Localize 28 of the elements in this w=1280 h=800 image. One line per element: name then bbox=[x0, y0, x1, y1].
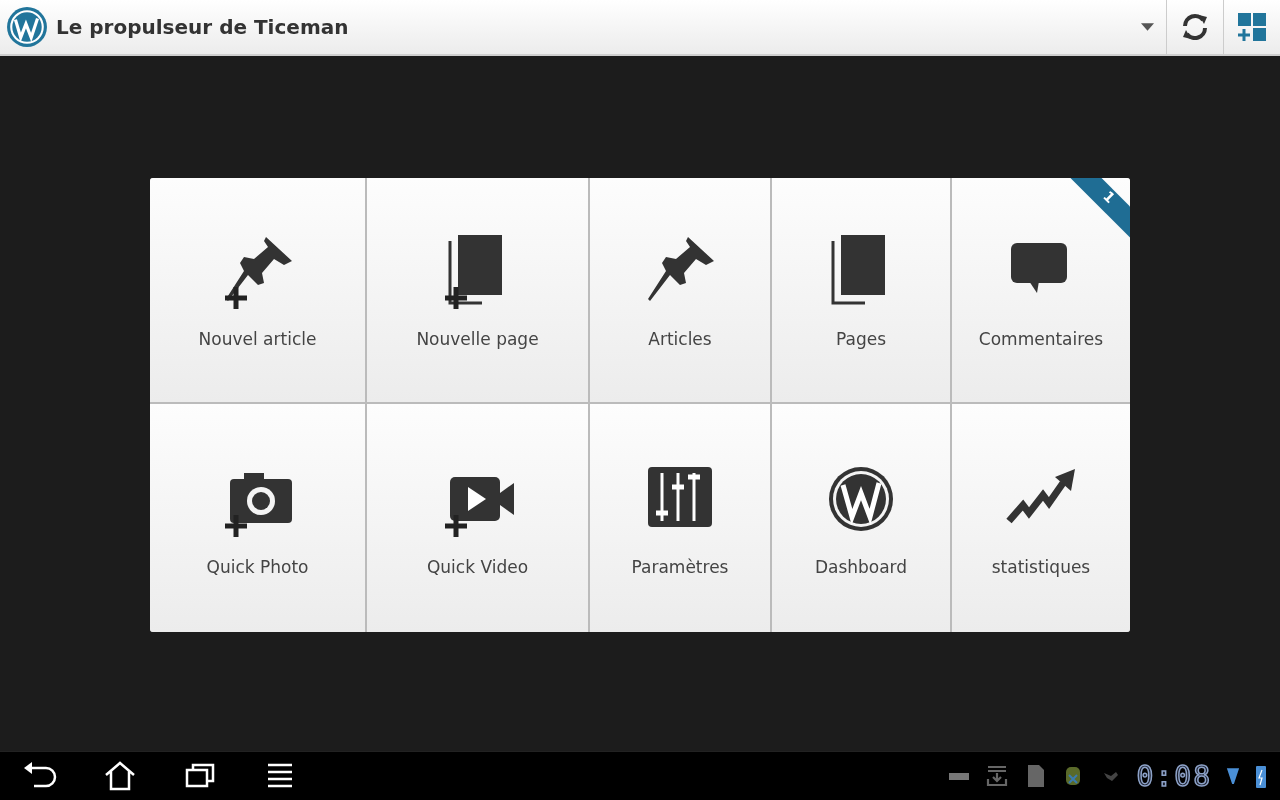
tile-label: Paramètres bbox=[631, 557, 729, 577]
tile-label: Quick Video bbox=[426, 557, 529, 577]
dashboard-tile[interactable]: Pages bbox=[772, 178, 950, 402]
tile-label: Commentaires bbox=[978, 329, 1104, 349]
dropdown-caret-icon[interactable] bbox=[1141, 23, 1154, 31]
tile-label: Dashboard bbox=[814, 557, 908, 577]
battery-icon bbox=[1254, 763, 1268, 789]
dashboard-tile[interactable]: statistiques bbox=[952, 404, 1130, 632]
tile-label: Nouvel article bbox=[198, 329, 317, 349]
tile-label: Pages bbox=[836, 329, 886, 349]
dashboard-tile[interactable]: Nouvel article bbox=[150, 178, 365, 402]
dashboard-tile[interactable]: Dashboard bbox=[772, 404, 950, 632]
blog-title[interactable]: Le propulseur de Ticeman bbox=[56, 15, 1141, 39]
grid-plus-icon bbox=[1236, 11, 1268, 43]
dashboard-tile[interactable]: Quick Video bbox=[367, 404, 588, 632]
count-ribbon: 1 bbox=[1070, 178, 1130, 238]
dashboard-tile[interactable]: Paramètres bbox=[590, 404, 770, 632]
dashboard-tile[interactable]: Nouvelle page bbox=[367, 178, 588, 402]
dashboard-tile[interactable]: Articles bbox=[590, 178, 770, 402]
dashboard-tile[interactable]: Quick Photo bbox=[150, 404, 365, 632]
tile-label: Quick Photo bbox=[206, 557, 309, 577]
tile-label: Articles bbox=[648, 329, 712, 349]
clock: 0:08 bbox=[1136, 759, 1212, 793]
tile-label: statistiques bbox=[991, 557, 1091, 577]
download-icon[interactable] bbox=[984, 764, 1009, 788]
wordpress-logo-icon[interactable] bbox=[6, 6, 48, 48]
dashboard-tile[interactable]: Commentaires 1 bbox=[952, 178, 1130, 402]
tile-label: Nouvelle page bbox=[416, 329, 539, 349]
